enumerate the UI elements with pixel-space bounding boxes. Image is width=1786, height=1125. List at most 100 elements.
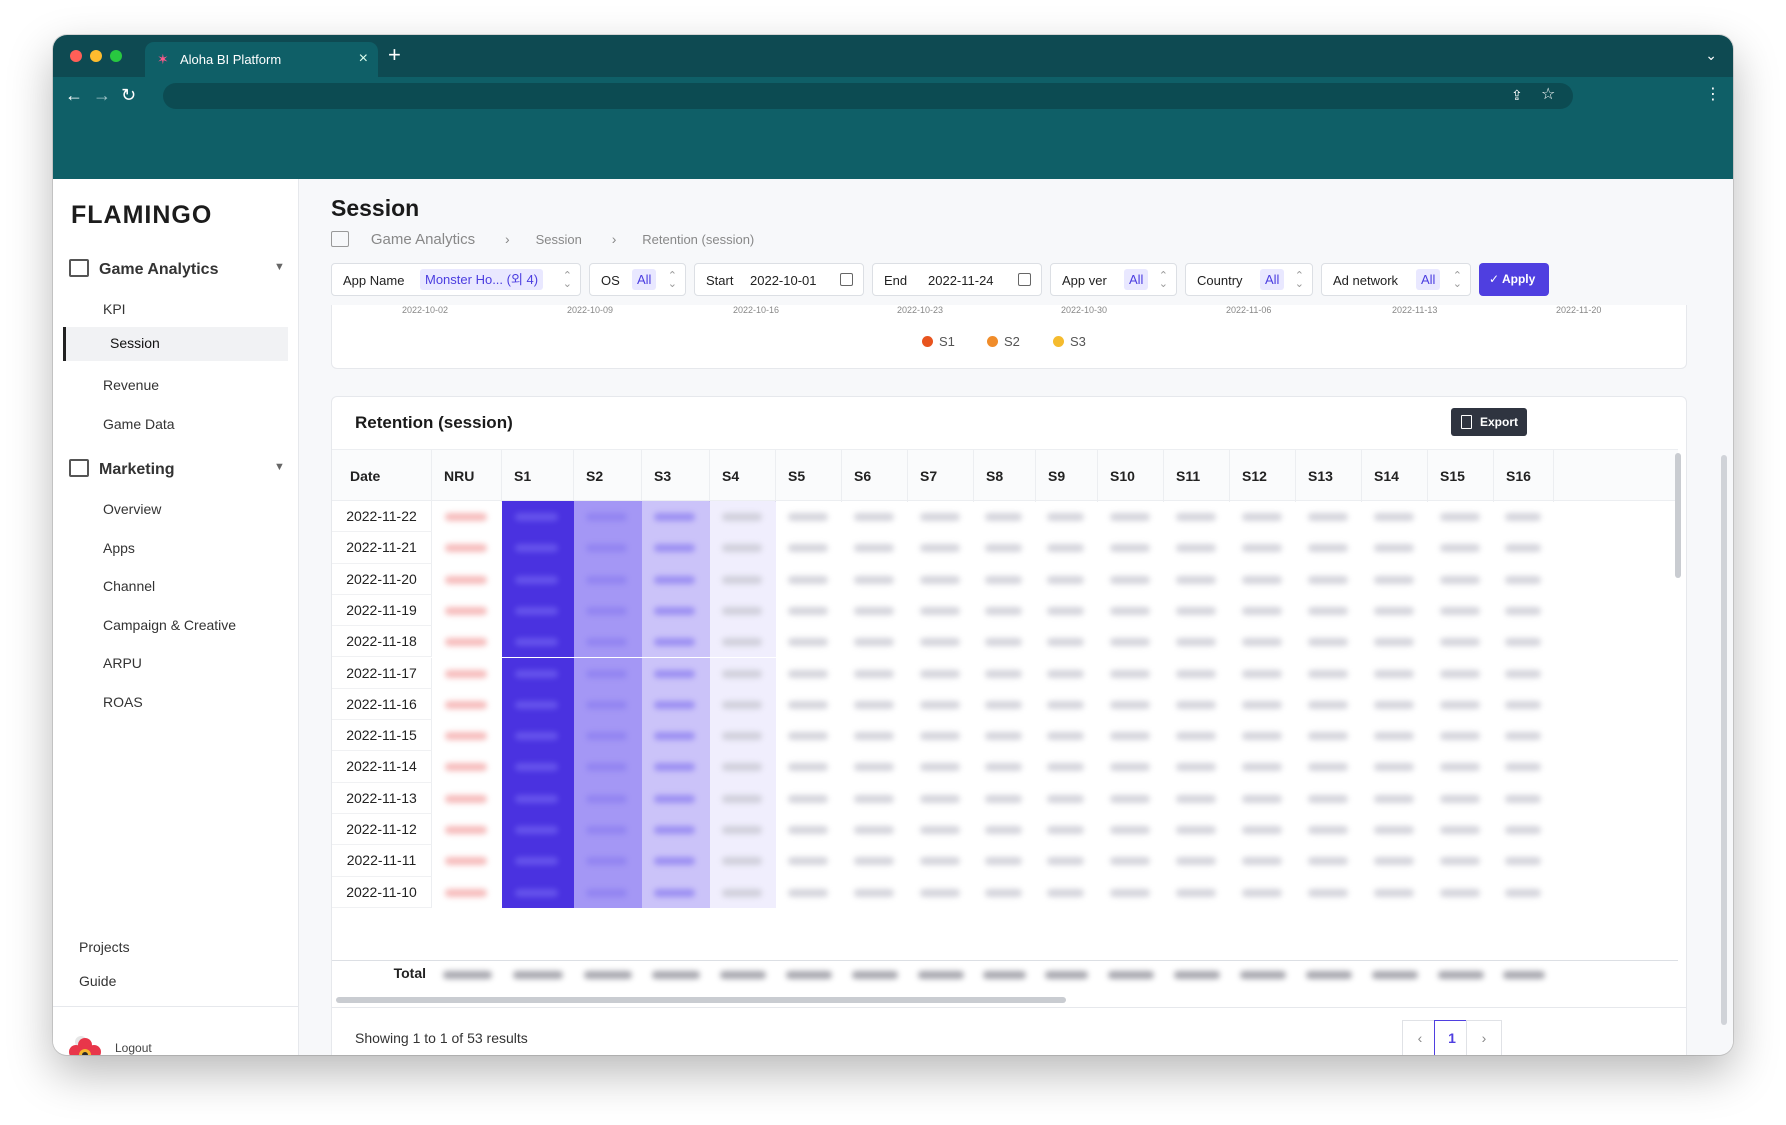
bookmark-star-icon[interactable]: ☆: [1541, 84, 1555, 106]
tab-search-icon[interactable]: ⌄: [1705, 47, 1717, 64]
column-header-s14[interactable]: S14: [1362, 450, 1428, 502]
export-button[interactable]: Export: [1451, 408, 1527, 436]
column-header-s13[interactable]: S13: [1296, 450, 1362, 502]
end-date-picker[interactable]: End 2022-11-24: [872, 263, 1042, 296]
column-header-s6[interactable]: S6: [842, 450, 908, 502]
blurred-value: [1308, 669, 1348, 678]
sidebar-item-roas[interactable]: ROAS: [103, 694, 143, 710]
share-icon[interactable]: ⇪: [1511, 84, 1523, 106]
sidebar-item-overview[interactable]: Overview: [103, 501, 161, 517]
tab-title: Aloha BI Platform: [180, 52, 282, 67]
column-header-date[interactable]: Date: [332, 450, 432, 502]
redacted-cell-s6: [842, 532, 908, 563]
next-page-button[interactable]: ›: [1466, 1020, 1502, 1055]
redacted-cell-s16: [1494, 595, 1554, 626]
blurred-value: [445, 575, 487, 584]
blurred-value: [654, 857, 695, 866]
app-ver-select[interactable]: App ver All ⌃ ⌄: [1050, 263, 1177, 296]
column-header-s5[interactable]: S5: [776, 450, 842, 502]
legend-item-s3[interactable]: S3: [1053, 334, 1086, 349]
blurred-value: [586, 513, 627, 521]
avatar[interactable]: [65, 1034, 105, 1055]
page-1-button[interactable]: 1: [1434, 1020, 1470, 1055]
zoom-window-button[interactable]: [110, 50, 122, 62]
column-header-s15[interactable]: S15: [1428, 450, 1494, 502]
sidebar-item-arpu[interactable]: ARPU: [103, 655, 142, 671]
new-tab-button[interactable]: +: [388, 44, 401, 66]
minimize-window-button[interactable]: [90, 50, 102, 62]
browser-menu-icon[interactable]: ⋮: [1705, 84, 1721, 106]
close-window-button[interactable]: [70, 50, 82, 62]
sidebar-item-revenue[interactable]: Revenue: [103, 377, 159, 393]
guide-link[interactable]: Guide: [79, 973, 116, 989]
redacted-cell-s3: [642, 876, 710, 908]
logout-link[interactable]: Logout: [115, 1041, 152, 1055]
projects-link[interactable]: Projects: [79, 939, 130, 955]
blurred-value: [1176, 544, 1216, 553]
column-header-nru[interactable]: NRU: [432, 450, 502, 502]
forward-arrow-icon[interactable]: →: [93, 84, 111, 106]
blurred-value: [445, 606, 487, 615]
app-name-select[interactable]: App Name Monster Ho... (외 4) ⌃ ⌄: [331, 263, 581, 296]
vertical-scrollbar[interactable]: [1675, 453, 1681, 578]
redacted-cell-s4: [710, 720, 776, 752]
blurred-value: [920, 638, 960, 647]
browser-tab[interactable]: ✶ Aloha BI Platform ×: [145, 42, 378, 77]
retention-chart-card: 2022-10-02 2022-10-09 2022-10-16 2022-10…: [331, 305, 1687, 369]
breadcrumb-item-game-analytics[interactable]: Game Analytics: [371, 231, 475, 248]
blurred-value: [445, 732, 487, 741]
sidebar-item-kpi[interactable]: KPI: [103, 301, 126, 317]
column-header-s11[interactable]: S11: [1164, 450, 1230, 502]
nav-group-marketing[interactable]: Marketing ▼: [69, 459, 285, 479]
sidebar-item-channel[interactable]: Channel: [103, 578, 155, 594]
redacted-cell-s10: [1098, 783, 1164, 814]
column-header-s16[interactable]: S16: [1494, 450, 1554, 502]
os-select[interactable]: OS All ⌃ ⌄: [589, 263, 686, 296]
sidebar-item-campaign-creative[interactable]: Campaign & Creative: [103, 617, 236, 633]
start-date-picker[interactable]: Start 2022-10-01: [694, 263, 864, 296]
sidebar-item-apps[interactable]: Apps: [103, 540, 135, 556]
blurred-value: [1110, 732, 1150, 741]
blurred-value: [1505, 794, 1541, 803]
blurred-value: [854, 857, 894, 866]
blurred-value: [1110, 763, 1150, 772]
blurred-value: [985, 826, 1022, 834]
blurred-value: [1110, 575, 1150, 584]
blurred-value: [788, 888, 828, 897]
redacted-cell-s16: [1494, 877, 1554, 908]
page-scrollbar[interactable]: [1721, 455, 1727, 1025]
column-header-s10[interactable]: S10: [1098, 450, 1164, 502]
nav-group-game-analytics[interactable]: Game Analytics ▼: [69, 259, 285, 279]
address-bar[interactable]: [163, 83, 1573, 109]
sidebar-item-session[interactable]: Session: [63, 327, 288, 361]
blurred-value: [445, 763, 487, 772]
column-header-s7[interactable]: S7: [908, 450, 974, 502]
prev-page-button[interactable]: ‹: [1402, 1020, 1438, 1055]
column-header-s12[interactable]: S12: [1230, 450, 1296, 502]
reload-icon[interactable]: ↻: [121, 84, 136, 106]
blurred-value: [1308, 732, 1348, 741]
column-header-s4[interactable]: S4: [710, 450, 776, 502]
column-header-s2[interactable]: S2: [574, 450, 642, 502]
country-select[interactable]: Country All ⌃ ⌄: [1185, 263, 1313, 296]
date-cell: 2022-11-22: [332, 501, 432, 533]
horizontal-scrollbar[interactable]: [336, 997, 1066, 1003]
apply-button[interactable]: ✓ Apply: [1479, 263, 1549, 296]
breadcrumb-item-session[interactable]: Session: [536, 232, 582, 247]
redacted-cell-s1: [502, 626, 574, 658]
blurred-value: [920, 888, 960, 897]
sidebar-item-game-data[interactable]: Game Data: [103, 416, 175, 432]
redacted-cell-s10: [1098, 501, 1164, 532]
redacted-cell-s5: [776, 501, 842, 532]
close-tab-icon[interactable]: ×: [359, 50, 368, 68]
back-arrow-icon[interactable]: ←: [65, 84, 83, 106]
flamingo-logo[interactable]: FLAMINGO: [71, 201, 212, 230]
column-header-s3[interactable]: S3: [642, 450, 710, 502]
legend-item-s1[interactable]: S1: [922, 334, 955, 349]
column-header-s1[interactable]: S1: [502, 450, 574, 502]
redacted-cell-s8: [974, 501, 1036, 532]
ad-network-select[interactable]: Ad network All ⌃ ⌄: [1321, 263, 1471, 296]
legend-item-s2[interactable]: S2: [987, 334, 1020, 349]
column-header-s8[interactable]: S8: [974, 450, 1036, 502]
column-header-s9[interactable]: S9: [1036, 450, 1098, 502]
